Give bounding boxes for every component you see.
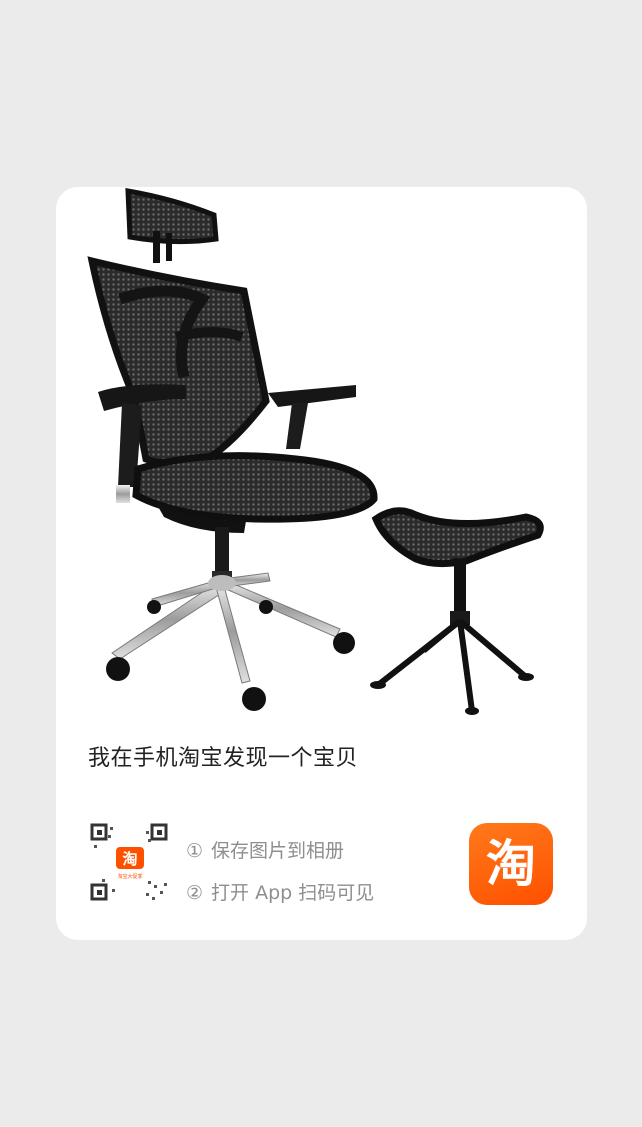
product-image[interactable] xyxy=(56,187,587,727)
office-chair-image xyxy=(87,188,544,715)
qr-badge-caption: 淘宝大促季 xyxy=(117,873,142,880)
qr-badge-char: 淘 xyxy=(121,850,137,868)
share-title: 我在手机淘宝发现一个宝贝 xyxy=(88,746,359,771)
share-card: 我在手机淘宝发现一个宝贝 淘 淘宝大促季 ① 保存图片到相册 ② 打开 App … xyxy=(56,187,587,940)
step-open-app: ② 打开 App 扫码可见 xyxy=(186,872,374,914)
app-logo-char: 淘 xyxy=(486,835,536,893)
step-1-text: 保存图片到相册 xyxy=(211,840,345,862)
qr-code[interactable]: 淘 淘宝大促季 xyxy=(90,823,170,903)
step-1-number: ① xyxy=(186,840,204,862)
step-2-text: 打开 App 扫码可见 xyxy=(211,882,375,904)
taobao-glyph: 淘 xyxy=(486,835,536,893)
step-2-number: ② xyxy=(186,882,204,904)
qr-code-icon: 淘 淘宝大促季 xyxy=(90,823,168,901)
taobao-logo-icon[interactable]: 淘 xyxy=(469,823,553,905)
scan-instructions: ① 保存图片到相册 ② 打开 App 扫码可见 xyxy=(186,830,374,914)
step-save-image: ① 保存图片到相册 xyxy=(186,830,374,872)
